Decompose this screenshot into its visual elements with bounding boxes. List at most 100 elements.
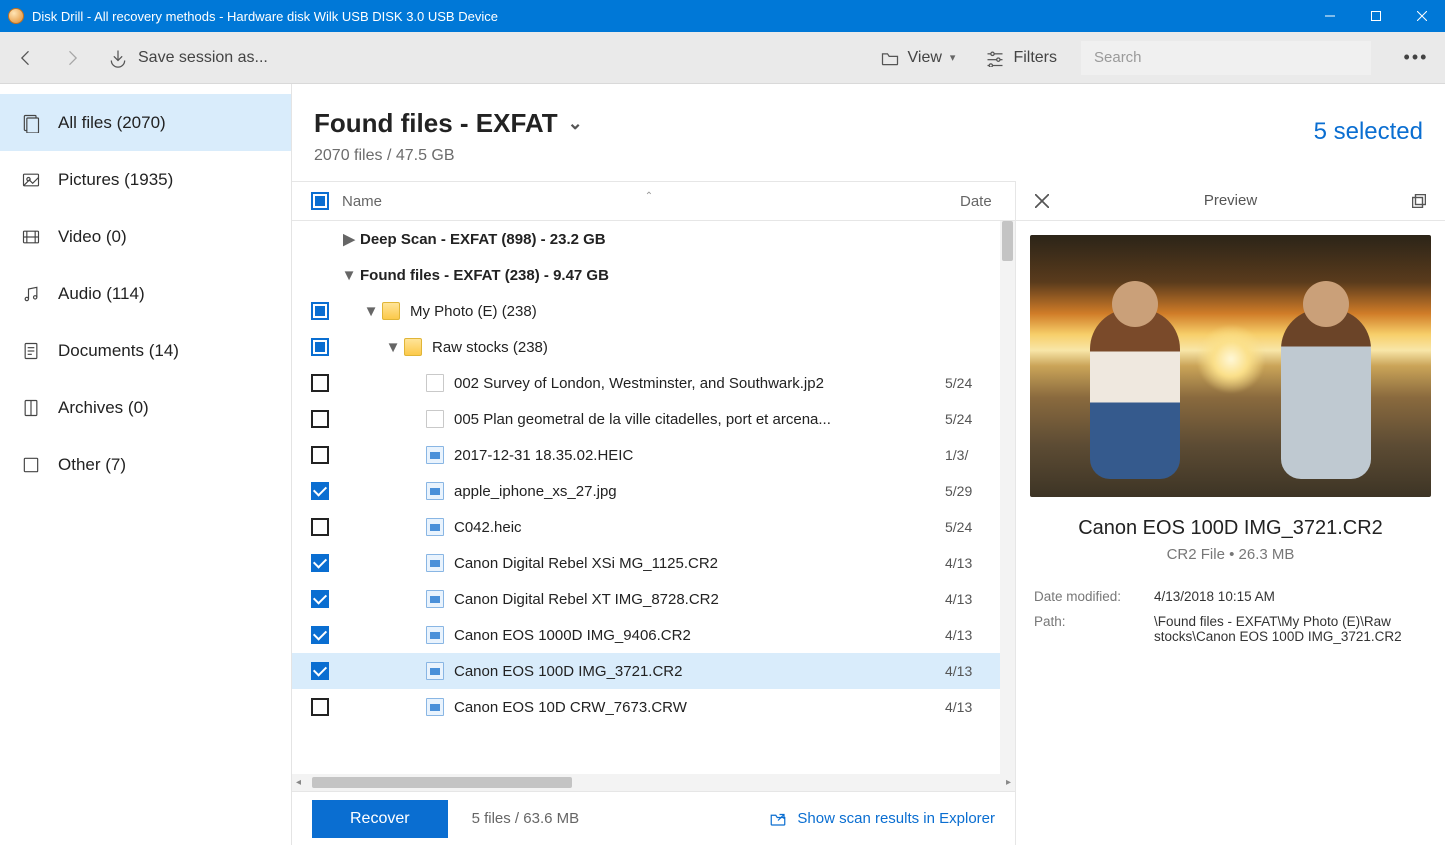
horizontal-scrollbar[interactable]: ◂ ▸ xyxy=(292,774,1015,791)
show-in-explorer-link[interactable]: Show scan results in Explorer xyxy=(769,810,995,827)
other-icon xyxy=(20,454,42,476)
vertical-scrollbar[interactable] xyxy=(1000,221,1015,774)
minimize-button[interactable] xyxy=(1307,0,1353,32)
search-placeholder: Search xyxy=(1094,49,1142,66)
file-name: Canon EOS 1000D IMG_9406.CR2 xyxy=(454,627,945,644)
sidebar-item-label: Pictures (1935) xyxy=(58,170,173,190)
view-button[interactable]: View ▾ xyxy=(874,45,962,71)
file-date: 4/13 xyxy=(945,699,1000,715)
checkbox[interactable] xyxy=(311,446,329,464)
file-row[interactable]: 2017-12-31 18.35.02.HEIC1/3/ xyxy=(292,437,1000,473)
file-name: Canon Digital Rebel XSi MG_1125.CR2 xyxy=(454,555,945,572)
preview-meta: CR2 File • 26.3 MB xyxy=(1016,546,1445,563)
image-file-icon xyxy=(426,518,444,536)
checkbox[interactable] xyxy=(311,662,329,680)
checkbox[interactable] xyxy=(311,518,329,536)
preview-date-label: Date modified: xyxy=(1034,589,1154,604)
download-icon xyxy=(108,48,128,68)
preview-pane: Preview Canon EOS 100D IMG_3721.CR2 CR2 … xyxy=(1015,181,1445,845)
sidebar-item-all-files[interactable]: All files (2070) xyxy=(0,94,291,151)
group-found-files[interactable]: ▼ Found files - EXFAT (238) - 9.47 GB xyxy=(292,257,1000,293)
collapse-icon[interactable]: ▼ xyxy=(382,339,404,356)
more-button[interactable]: ••• xyxy=(1399,47,1433,68)
window-titlebar: Disk Drill - All recovery methods - Hard… xyxy=(0,0,1445,32)
folder-raw-stocks[interactable]: ▼ Raw stocks (238) xyxy=(292,329,1000,365)
file-name: Canon Digital Rebel XT IMG_8728.CR2 xyxy=(454,591,945,608)
checkbox[interactable] xyxy=(311,590,329,608)
file-name: 2017-12-31 18.35.02.HEIC xyxy=(454,447,945,464)
file-name: C042.heic xyxy=(454,519,945,536)
popout-preview-button[interactable] xyxy=(1407,194,1431,208)
sidebar-item-label: Audio (114) xyxy=(58,284,145,304)
column-name[interactable]: ⌃ Name xyxy=(338,193,960,210)
checkbox[interactable] xyxy=(311,554,329,572)
file-icon xyxy=(426,410,444,428)
image-file-icon xyxy=(426,554,444,572)
image-file-icon xyxy=(426,662,444,680)
forward-button[interactable] xyxy=(58,44,86,72)
checkbox[interactable] xyxy=(311,374,329,392)
sidebar-item-label: Video (0) xyxy=(58,227,127,247)
maximize-button[interactable] xyxy=(1353,0,1399,32)
file-row[interactable]: Canon EOS 100D IMG_3721.CR24/13 xyxy=(292,653,1000,689)
sidebar-item-other[interactable]: Other (7) xyxy=(0,436,291,493)
window-title: Disk Drill - All recovery methods - Hard… xyxy=(32,9,1307,24)
file-list: ▶ Deep Scan - EXFAT (898) - 23.2 GB ▼ Fo… xyxy=(292,221,1015,774)
checkbox[interactable] xyxy=(311,626,329,644)
checkbox[interactable] xyxy=(311,338,329,356)
file-name: Canon EOS 10D CRW_7673.CRW xyxy=(454,699,945,716)
file-date: 5/24 xyxy=(945,411,1000,427)
video-icon xyxy=(20,226,42,248)
results-title[interactable]: Found files - EXFAT ⌄ xyxy=(314,108,1314,139)
back-button[interactable] xyxy=(12,44,40,72)
folder-icon xyxy=(404,338,422,356)
image-file-icon xyxy=(426,482,444,500)
sidebar-item-audio[interactable]: Audio (114) xyxy=(0,265,291,322)
sidebar-item-pictures[interactable]: Pictures (1935) xyxy=(0,151,291,208)
sidebar-item-archives[interactable]: Archives (0) xyxy=(0,379,291,436)
filters-button[interactable]: Filters xyxy=(979,45,1063,71)
sidebar-item-label: All files (2070) xyxy=(58,113,166,133)
file-row[interactable]: apple_iphone_xs_27.jpg5/29 xyxy=(292,473,1000,509)
checkbox[interactable] xyxy=(311,698,329,716)
file-row[interactable]: 002 Survey of London, Westminster, and S… xyxy=(292,365,1000,401)
file-row[interactable]: Canon Digital Rebel XT IMG_8728.CR24/13 xyxy=(292,581,1000,617)
file-date: 5/24 xyxy=(945,375,1000,391)
selected-count[interactable]: 5 selected xyxy=(1314,118,1423,146)
audio-icon xyxy=(20,283,42,305)
image-file-icon xyxy=(426,446,444,464)
file-row[interactable]: Canon EOS 1000D IMG_9406.CR24/13 xyxy=(292,617,1000,653)
search-input[interactable]: Search xyxy=(1081,41,1371,75)
file-name: apple_iphone_xs_27.jpg xyxy=(454,483,945,500)
files-icon xyxy=(20,112,42,134)
file-date: 1/3/ xyxy=(945,447,1000,463)
select-all-checkbox[interactable] xyxy=(311,192,329,210)
sidebar-item-video[interactable]: Video (0) xyxy=(0,208,291,265)
archives-icon xyxy=(20,397,42,419)
expand-icon[interactable]: ▶ xyxy=(338,230,360,248)
file-row[interactable]: 005 Plan geometral de la ville citadelle… xyxy=(292,401,1000,437)
group-deep-scan[interactable]: ▶ Deep Scan - EXFAT (898) - 23.2 GB xyxy=(292,221,1000,257)
file-row[interactable]: C042.heic5/24 xyxy=(292,509,1000,545)
save-session-button[interactable]: Save session as... xyxy=(108,48,268,68)
sidebar-item-label: Documents (14) xyxy=(58,341,179,361)
close-button[interactable] xyxy=(1399,0,1445,32)
documents-icon xyxy=(20,340,42,362)
preview-path-value: \Found files - EXFAT\My Photo (E)\Raw st… xyxy=(1154,614,1427,644)
folder-my-photo[interactable]: ▼ My Photo (E) (238) xyxy=(292,293,1000,329)
column-date[interactable]: Date xyxy=(960,193,1015,210)
file-row[interactable]: Canon EOS 10D CRW_7673.CRW4/13 xyxy=(292,689,1000,725)
recover-button[interactable]: Recover xyxy=(312,800,448,838)
folder-icon xyxy=(880,49,900,67)
checkbox[interactable] xyxy=(311,410,329,428)
checkbox[interactable] xyxy=(311,302,329,320)
sidebar-item-documents[interactable]: Documents (14) xyxy=(0,322,291,379)
preview-date-value: 4/13/2018 10:15 AM xyxy=(1154,589,1427,604)
file-row[interactable]: Canon Digital Rebel XSi MG_1125.CR24/13 xyxy=(292,545,1000,581)
collapse-icon[interactable]: ▼ xyxy=(360,303,382,320)
preview-image[interactable] xyxy=(1030,235,1431,497)
checkbox[interactable] xyxy=(311,482,329,500)
close-preview-button[interactable] xyxy=(1030,194,1054,208)
collapse-icon[interactable]: ▼ xyxy=(338,267,360,284)
file-name: Canon EOS 100D IMG_3721.CR2 xyxy=(454,663,945,680)
